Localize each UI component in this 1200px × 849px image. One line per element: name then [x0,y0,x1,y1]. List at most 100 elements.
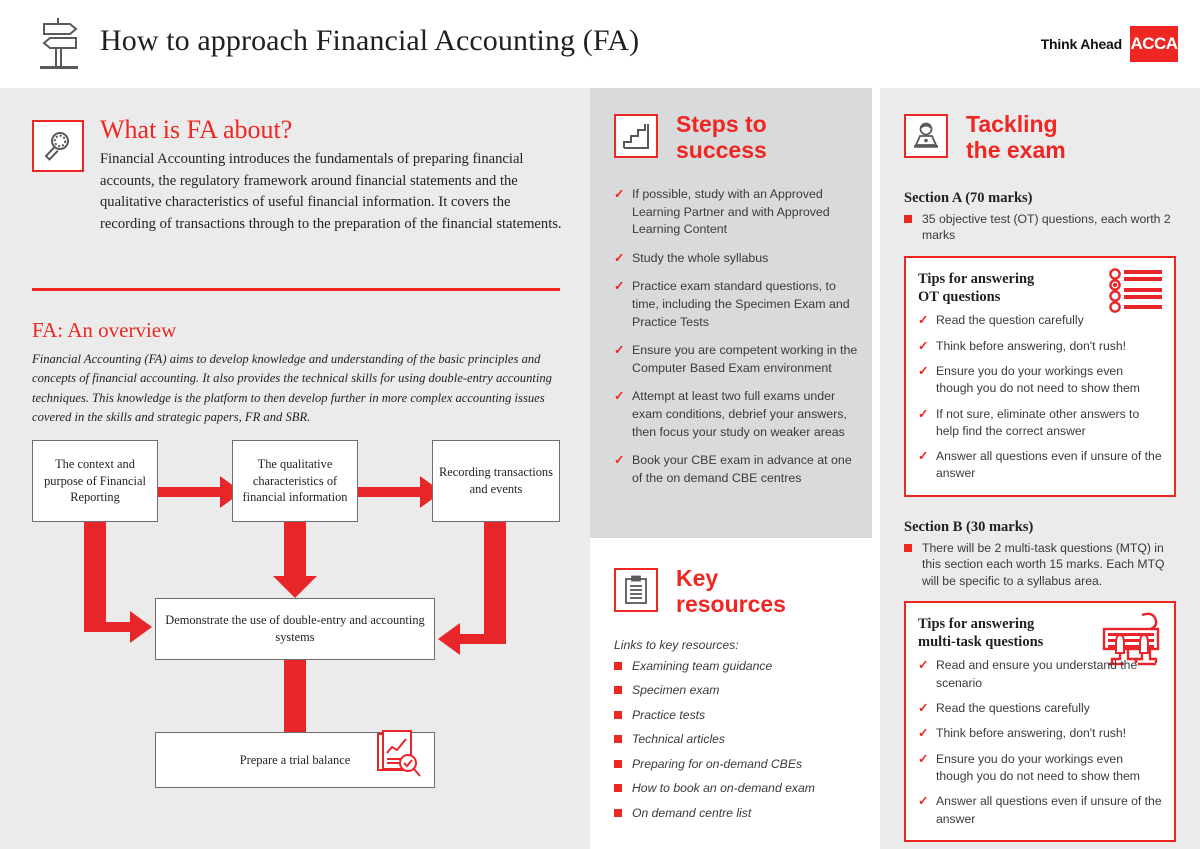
resources-heading-line2: resources [676,590,786,617]
square-bullet-icon [614,735,622,744]
ot-tip-text: Read the question carefully [936,313,1084,328]
resource-link[interactable]: Specimen exam [614,682,864,698]
signpost-icon [32,16,88,74]
square-bullet-icon [614,662,622,670]
ot-tip-item: ✓ Read the question carefully [918,312,1162,329]
resource-link[interactable]: On demand centre list [614,805,864,821]
resources-heading-line1: Key [676,565,719,591]
steps-item-text: Attempt at least two full exams under ex… [632,389,847,439]
ot-tip-item: ✓ Think before answering, don't rush! [918,338,1162,355]
mtq-tips-list: ✓ Read and ensure you understand the scen… [918,657,1162,828]
section-b-bullet-text: There will be 2 multi-task questions (MT… [922,540,1165,588]
steps-item-text: Practice exam standard questions, to tim… [632,279,850,329]
steps-list-item: ✓ If possible, study with an Approved Lea… [614,186,864,239]
exam-heading-line1: Tackling [966,111,1058,137]
check-icon: ✓ [918,338,929,353]
check-icon: ✓ [918,726,929,741]
steps-heading: Steps to success [676,111,864,164]
section-b-title: Section B (30 marks) [904,518,1034,535]
mtq-tips-title-line1: Tips for answering [918,616,1035,633]
person-laptop-icon [904,114,948,158]
mtq-tips-title: Tips for answering multi-task questions [918,615,1088,651]
square-bullet-icon [614,808,622,817]
resource-link-label: Practice tests [632,707,706,722]
check-icon: ✓ [614,453,625,468]
resource-link-label: Technical articles [632,732,726,747]
exam-heading: Tackling the exam [966,111,1176,164]
check-icon: ✓ [614,343,625,358]
mtq-tips-card: Tips for answering multi-task questions … [904,601,1176,843]
mtq-tip-text: Think before answering, don't rush! [936,726,1126,741]
check-icon: ✓ [918,449,929,464]
steps-list: ✓ If possible, study with an Approved Lea… [614,186,864,488]
check-icon: ✓ [918,406,929,421]
resource-link-label: Examining team guidance [632,659,773,673]
resources-heading: Key resources [676,565,864,618]
column-gap [872,88,880,849]
ot-tips-list: ✓ Read the question carefully ✓ Think befo… [918,312,1162,483]
mtq-tip-item: ✓ Ensure you do your workings even though… [918,751,1162,786]
mtq-tip-item: ✓ Answer all questions even if unsure of … [918,793,1162,828]
mtq-tip-text: Answer all questions even if unsure of t… [936,794,1162,826]
steps-list-item: ✓ Attempt at least two full exams under e… [614,388,864,441]
resource-link[interactable]: Examining team guidance [614,658,864,674]
square-bullet-icon [614,686,622,695]
ot-tip-item: ✓ Ensure you do your workings even though… [918,363,1162,398]
ot-tip-text: Answer all questions even if unsure of t… [936,449,1162,481]
steps-list-item: ✓ Book your CBE exam in advance at one of… [614,452,864,487]
check-icon: ✓ [614,389,625,404]
resource-link[interactable]: Practice tests [614,707,864,723]
resource-link-label: On demand centre list [632,805,752,820]
check-icon: ✓ [918,751,929,766]
check-icon: ✓ [918,313,929,328]
stairs-icon [614,114,658,158]
report-magnifier-icon [375,729,423,781]
ot-tip-text: Think before answering, don't rush! [936,338,1126,353]
section-a-bullet: 35 objective test (OT) questions, each w… [904,211,1176,244]
steps-list-item: ✓ Study the whole syllabus [614,250,864,268]
check-icon: ✓ [614,187,625,201]
brand-lockup: Think Ahead ACCA [1041,26,1178,62]
ot-tips-title-line1: Tips for answering [918,270,1035,287]
check-icon: ✓ [614,279,625,294]
resources-link-list: Examining team guidance Specimen exam Pr… [614,658,864,821]
resources-intro: Links to key resources: [614,638,739,652]
ot-tips-card: Tips for answering OT questions ✓ Read th… [904,255,1176,497]
clipboard-icon [614,568,658,612]
flow-box-1: The context and purpose of Financial Rep… [32,440,158,522]
resource-link-label: How to book an on-demand exam [632,781,815,796]
mtq-tip-item: ✓ Read the questions carefully [918,700,1162,717]
steps-item-text: Study the whole syllabus [632,250,769,265]
check-icon: ✓ [918,658,929,673]
ot-tip-text: If not sure, eliminate other answers to … [936,406,1140,438]
check-icon: ✓ [918,701,929,716]
square-bullet-icon [614,784,622,793]
key-resources-block: Key resources Links to key resources: Ex… [614,565,864,829]
ot-tip-text: Ensure you do your workings even though … [936,363,1140,396]
section-b-bullet: There will be 2 multi-task questions (MT… [904,540,1176,589]
check-icon: ✓ [614,250,625,265]
mtq-tip-text: Read the questions carefully [936,701,1090,716]
resource-link[interactable]: Preparing for on-demand CBEs [614,756,864,772]
exam-heading-line2: the exam [966,136,1066,163]
ot-tips-title: Tips for answering OT questions [918,270,1088,306]
mtq-tip-item: ✓ Read and ensure you understand the scen… [918,657,1162,692]
flow-box-4: Demonstrate the use of double-entry and … [155,598,435,660]
mtq-tip-text: Read and ensure you understand the scena… [936,658,1138,690]
page-title: How to approach Financial Accounting (FA… [100,24,640,57]
resource-link[interactable]: Technical articles [614,731,864,747]
mtq-tips-title-line2: multi-task questions [918,634,1044,651]
steps-list-item: ✓ Practice exam standard questions, to ti… [614,278,864,331]
square-bullet-icon [904,215,912,223]
steps-item-text: Book your CBE exam in advance at one of … [632,453,852,485]
steps-to-success-block: Steps to success ✓ If possible, study wit… [614,111,864,499]
ot-tips-title-line2: OT questions [918,289,1001,306]
steps-list-item: ✓ Ensure you are competent working in the… [614,342,864,377]
section-a-bullet-text: 35 objective test (OT) questions, each w… [922,212,1171,243]
square-bullet-icon [614,710,622,719]
resource-link-label: Preparing for on-demand CBEs [632,756,803,771]
square-bullet-icon [614,759,622,768]
resource-link[interactable]: How to book an on-demand exam [614,780,864,796]
left-column-content: What is FA about? Financial Accounting i… [0,88,590,849]
flow-box-2: The qualitative characteristics of finan… [232,440,358,522]
